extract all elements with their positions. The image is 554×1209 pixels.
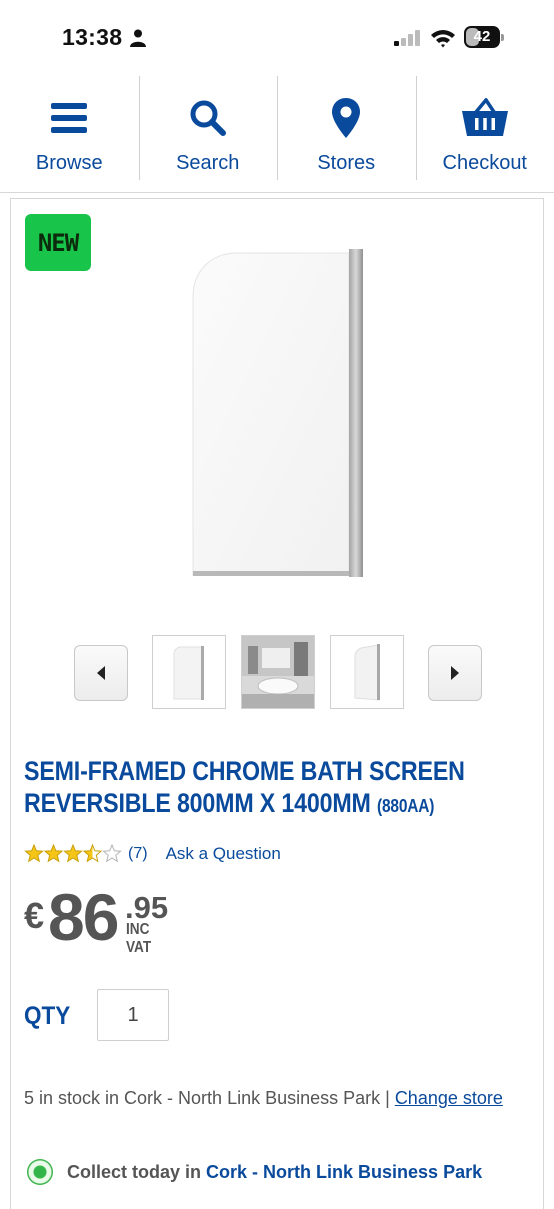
basket-icon: [462, 98, 508, 138]
wifi-icon: [430, 28, 456, 48]
star-5: [103, 845, 120, 861]
review-count[interactable]: (7): [128, 845, 148, 863]
caret-left-icon: [96, 666, 106, 680]
availability-dot-icon: [27, 1159, 53, 1185]
cellular-signal-icon: [394, 30, 422, 46]
nav-search-label: Search: [176, 152, 239, 175]
nav-stores-label: Stores: [317, 152, 375, 175]
thumbnail-bathroom-scene[interactable]: [241, 635, 315, 709]
gallery-next-button[interactable]: [428, 645, 482, 701]
rating-row: (7) Ask a Question: [24, 843, 281, 865]
nav-checkout[interactable]: Checkout: [416, 74, 554, 192]
change-store-link[interactable]: Change store: [395, 1088, 503, 1108]
menu-icon: [51, 103, 87, 133]
qty-label: QTY: [24, 1002, 70, 1031]
star-4: [84, 845, 101, 861]
ask-question-link[interactable]: Ask a Question: [166, 844, 281, 864]
thumbnail-bath-screen-front[interactable]: [152, 635, 226, 709]
location-pin-icon: [332, 98, 360, 138]
star-1: [25, 845, 42, 861]
nav-checkout-label: Checkout: [443, 152, 528, 175]
product-title: SEMI-FRAMED CHROME BATH SCREEN REVERSIBL…: [24, 755, 531, 822]
stock-info: 5 in stock in Cork - North Link Business…: [24, 1085, 529, 1111]
status-bar: 13:38 42: [0, 0, 554, 74]
search-icon: [189, 99, 227, 137]
product-image[interactable]: [189, 249, 367, 579]
status-time: 13:38: [62, 24, 122, 51]
battery-percentage: 42: [464, 27, 500, 47]
person-icon: [130, 29, 146, 47]
gallery-thumbnails: [11, 635, 543, 709]
thumbnail-bath-screen-angle[interactable]: [330, 635, 404, 709]
collect-prefix: Collect today in: [67, 1162, 201, 1182]
quantity-input[interactable]: [97, 989, 169, 1041]
product-sku: (880AA): [377, 796, 434, 816]
price-currency: €: [24, 895, 44, 937]
new-badge: NEW: [25, 214, 91, 271]
caret-right-icon: [450, 666, 460, 680]
new-badge-label: NEW: [38, 229, 78, 257]
nav-browse[interactable]: Browse: [0, 74, 139, 192]
battery-icon: 42: [464, 26, 504, 48]
collect-today: Collect today in Cork - North Link Busin…: [27, 1159, 482, 1185]
nav-search[interactable]: Search: [139, 74, 278, 192]
nav-stores[interactable]: Stores: [277, 74, 416, 192]
price-main: 86: [48, 879, 117, 955]
product-card: NEW: [10, 198, 544, 1209]
star-rating: [24, 844, 122, 864]
stock-text: 5 in stock in Cork - North Link Business…: [24, 1088, 395, 1108]
price-vat-label: INC VAT: [126, 921, 151, 957]
star-2: [45, 845, 62, 861]
gallery-prev-button[interactable]: [74, 645, 128, 701]
top-nav: Browse Search Stores: [0, 74, 554, 193]
collect-store-link[interactable]: Cork - North Link Business Park: [206, 1162, 482, 1182]
nav-browse-label: Browse: [36, 152, 103, 175]
star-3: [64, 845, 81, 861]
